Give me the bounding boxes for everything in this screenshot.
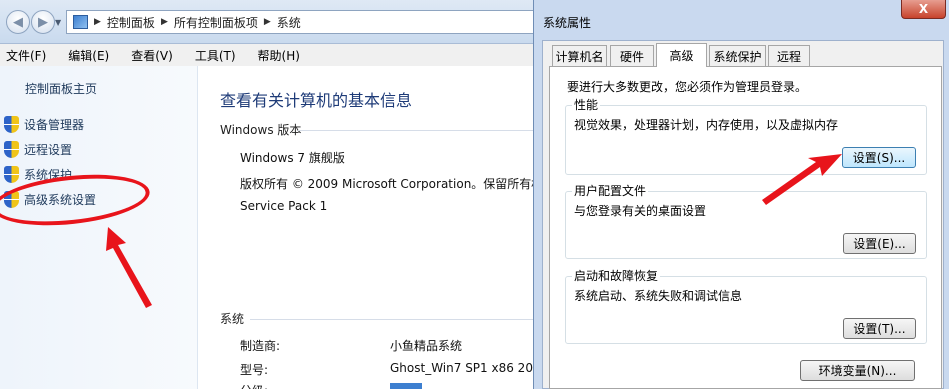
edition-text: Windows 7 旗舰版: [240, 151, 345, 165]
system-heading: 系统: [220, 312, 245, 326]
tab-hardware[interactable]: 硬件: [610, 45, 654, 66]
windows-edition-heading: Windows 版本: [220, 123, 302, 137]
close-button[interactable]: X: [901, 0, 946, 19]
model-label: 型号:: [240, 363, 269, 377]
breadcrumb-separator-icon[interactable]: ▶: [264, 17, 271, 27]
page-title: 查看有关计算机的基本信息: [220, 91, 413, 110]
rating-badge[interactable]: [390, 383, 422, 389]
user-profiles-title: 用户配置文件: [572, 182, 649, 199]
sidebar-item-label[interactable]: 远程设置: [24, 141, 72, 158]
dialog-title: 系统属性: [543, 16, 592, 30]
breadcrumb-separator-icon[interactable]: ▶: [161, 17, 168, 27]
manufacturer-value: 小鱼精品系统: [390, 339, 463, 353]
menu-view[interactable]: 查看(V): [131, 47, 173, 64]
tab-remote[interactable]: 远程: [768, 45, 810, 66]
user-profiles-settings-button[interactable]: 设置(E)...: [843, 233, 916, 254]
annotation-arrow-right: [762, 154, 842, 205]
menu-help[interactable]: 帮助(H): [258, 47, 300, 64]
breadcrumb-control-panel[interactable]: 控制面板: [107, 14, 155, 31]
sidebar-item-device-manager[interactable]: 设备管理器: [4, 116, 84, 133]
manufacturer-label: 制造商:: [240, 339, 281, 353]
startup-recovery-desc: 系统启动、系统失败和调试信息: [574, 289, 743, 303]
recent-pages-dropdown-icon[interactable]: ▼: [55, 18, 61, 27]
sidebar-item-label[interactable]: 设备管理器: [24, 116, 84, 133]
breadcrumb-separator-icon[interactable]: ▶: [94, 17, 101, 27]
environment-variables-button[interactable]: 环境变量(N)...: [800, 360, 915, 381]
tab-computer-name[interactable]: 计算机名: [552, 45, 607, 66]
copyright-text: 版权所有 © 2009 Microsoft Corporation。保留所有权: [240, 177, 544, 191]
close-icon: X: [918, 1, 929, 16]
tab-system-protection[interactable]: 系统保护: [709, 45, 766, 66]
startup-recovery-title: 启动和故障恢复: [572, 267, 661, 284]
breadcrumb-all-items[interactable]: 所有控制面板项: [174, 14, 258, 31]
forward-button[interactable]: ▶: [31, 10, 55, 34]
performance-title: 性能: [572, 96, 601, 113]
shield-icon: [4, 116, 19, 133]
sidebar-item-remote-settings[interactable]: 远程设置: [4, 141, 72, 158]
section-divider: [250, 319, 538, 320]
performance-settings-button[interactable]: 设置(S)...: [842, 147, 916, 168]
performance-desc: 视觉效果，处理器计划，内存使用，以及虚拟内存: [574, 118, 839, 132]
sidebar: 控制面板主页 设备管理器 远程设置 系统保护 高级系统设置: [0, 66, 198, 389]
shield-icon: [4, 141, 19, 158]
sidebar-home-link[interactable]: 控制面板主页: [25, 80, 97, 97]
service-pack-text: Service Pack 1: [240, 199, 328, 213]
back-button[interactable]: ◀: [6, 10, 30, 34]
model-value: Ghost_Win7 SP1 x86 201: [390, 361, 541, 375]
menu-file[interactable]: 文件(F): [6, 47, 46, 64]
annotation-arrow-up: [106, 227, 152, 308]
breadcrumb-system[interactable]: 系统: [277, 14, 301, 31]
menu-tools[interactable]: 工具(T): [195, 47, 236, 64]
section-divider: [298, 130, 538, 131]
shield-icon: [4, 166, 19, 183]
tab-advanced[interactable]: 高级: [656, 43, 707, 67]
control-panel-icon: [73, 15, 88, 29]
admin-notice: 要进行大多数更改，您必须作为管理员登录。: [567, 80, 808, 94]
startup-recovery-settings-button[interactable]: 设置(T)...: [843, 318, 916, 339]
rating-label: 分级:: [240, 382, 268, 389]
menu-edit[interactable]: 编辑(E): [68, 47, 109, 64]
user-profiles-desc: 与您登录有关的桌面设置: [574, 204, 707, 218]
